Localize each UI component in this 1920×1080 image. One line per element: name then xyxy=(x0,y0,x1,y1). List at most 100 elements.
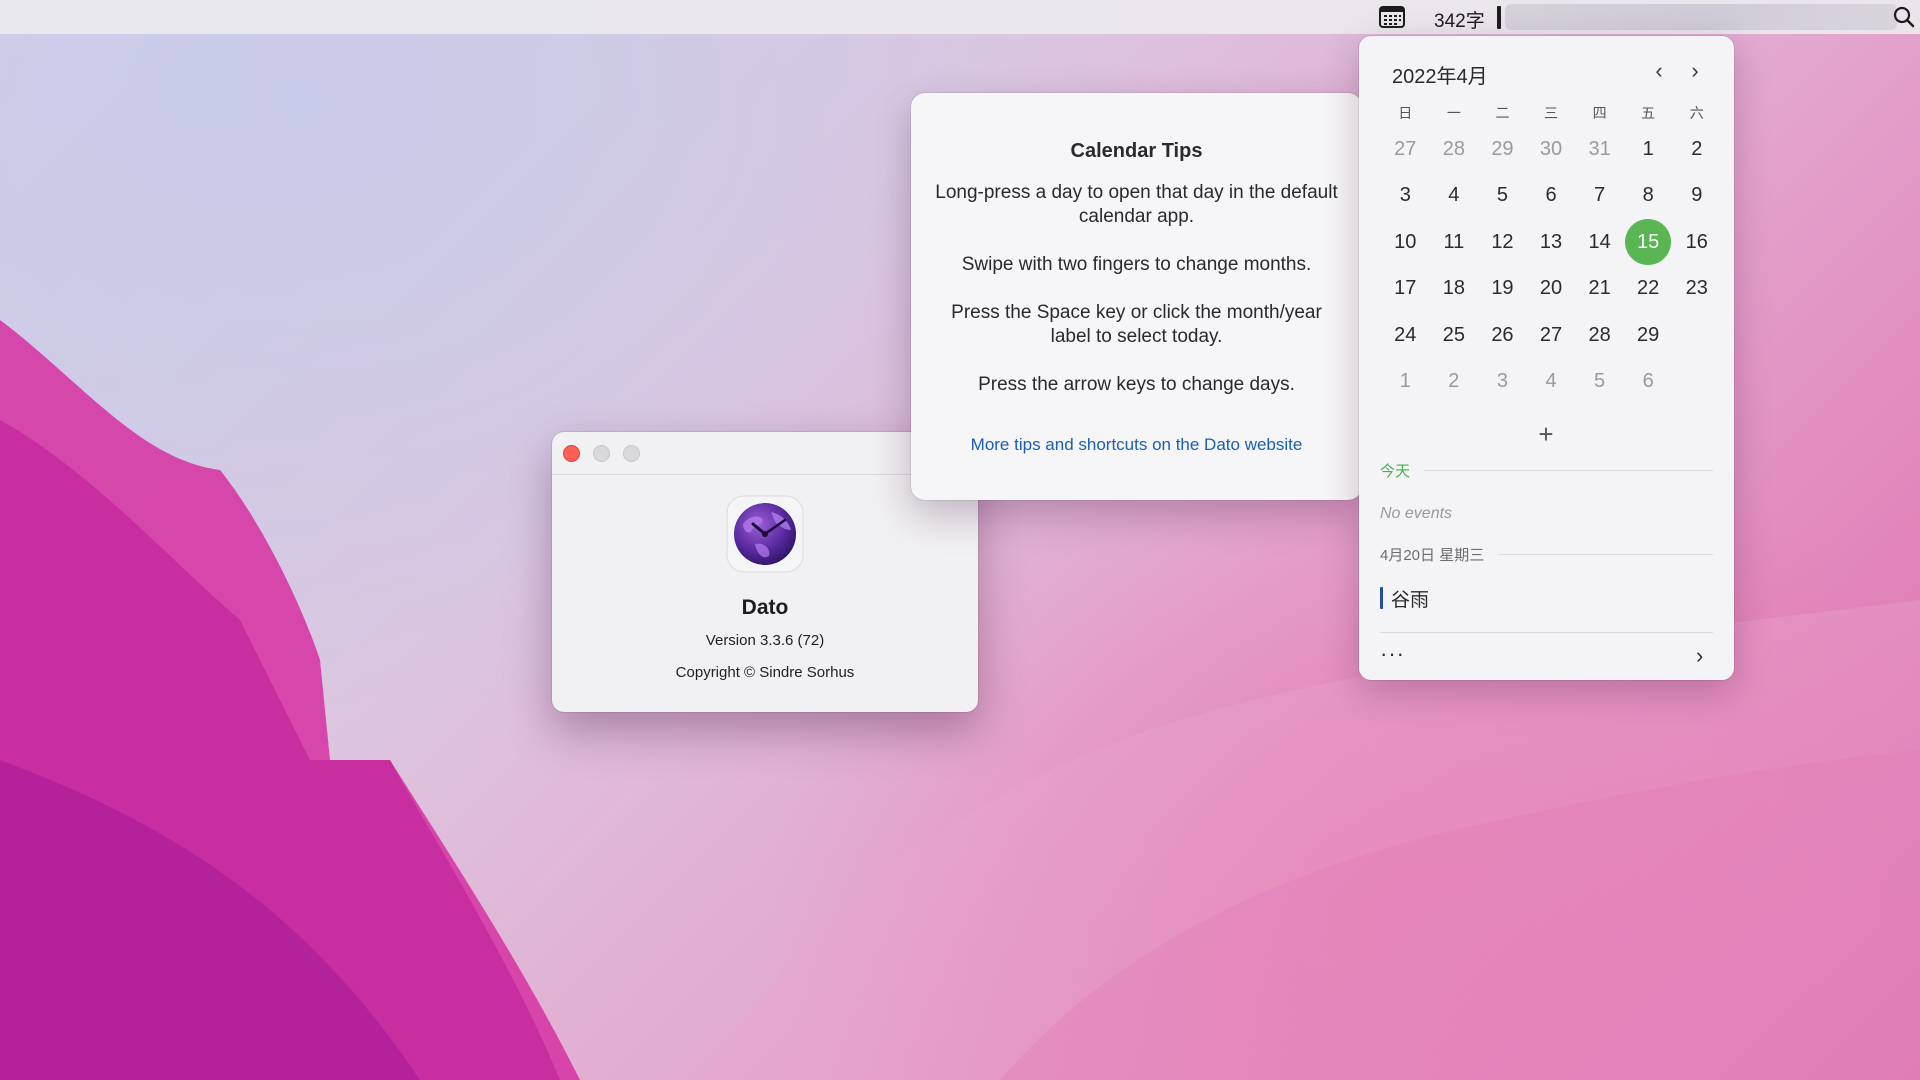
add-event-button[interactable]: + xyxy=(1530,418,1562,450)
day-cell[interactable]: 31 xyxy=(1575,126,1624,172)
day-number: 8 xyxy=(1642,184,1654,207)
day-number: 14 xyxy=(1588,230,1611,253)
date-section-header: 4月20日 星期三 xyxy=(1380,547,1485,564)
today-section-header: 今天 xyxy=(1380,463,1411,480)
blurred-menu-items xyxy=(1505,4,1897,30)
day-cell[interactable]: 22 xyxy=(1624,266,1673,312)
day-cell[interactable]: 6 xyxy=(1624,359,1673,405)
tip-space-key: Press the Space key or click the month/y… xyxy=(951,302,1322,347)
day-cell[interactable]: 11 xyxy=(1430,219,1479,265)
day-number: 20 xyxy=(1539,277,1563,300)
day-cell[interactable]: 13 xyxy=(1527,219,1576,265)
day-cell[interactable]: 20 xyxy=(1527,266,1576,312)
section-divider xyxy=(1424,470,1713,471)
day-cell[interactable]: 24 xyxy=(1381,312,1430,358)
day-number: 18 xyxy=(1442,277,1465,300)
dato-app-icon xyxy=(726,495,804,573)
day-cell[interactable]: 21 xyxy=(1575,266,1624,312)
weekday-label: 五 xyxy=(1641,105,1656,121)
day-number: 27 xyxy=(1539,323,1563,346)
day-number: 10 xyxy=(1394,230,1417,253)
day-cell[interactable]: 28 xyxy=(1430,126,1479,172)
day-cell[interactable]: 29 xyxy=(1478,126,1527,172)
no-events-label: No events xyxy=(1380,505,1453,522)
dato-website-link[interactable]: More tips and shortcuts on the Dato webs… xyxy=(911,435,1362,455)
day-cell[interactable]: 2 xyxy=(1672,126,1721,172)
day-cell[interactable]: 27 xyxy=(1381,126,1430,172)
day-cell[interactable]: 7 xyxy=(1575,173,1624,219)
day-cell[interactable]: 27 xyxy=(1527,312,1576,358)
day-cell[interactable]: 19 xyxy=(1478,266,1527,312)
day-number: 15 xyxy=(1625,219,1672,266)
day-number: 26 xyxy=(1491,323,1514,346)
open-calendar-arrow[interactable]: › xyxy=(1696,645,1703,667)
day-cell[interactable]: 10 xyxy=(1381,219,1430,265)
footer-divider xyxy=(1380,632,1713,633)
day-number: 5 xyxy=(1496,184,1508,207)
day-number: 29 xyxy=(1637,323,1660,346)
day-cell[interactable]: 18 xyxy=(1430,266,1479,312)
week-row: 10 11 12 13 14 15 16 xyxy=(1381,219,1721,266)
day-number: 21 xyxy=(1588,277,1611,300)
day-cell[interactable]: 26 xyxy=(1478,312,1527,358)
calendar-icon[interactable] xyxy=(1378,5,1406,29)
day-number: 3 xyxy=(1399,184,1411,207)
minimize-button[interactable] xyxy=(593,445,610,462)
app-version: Version 3.3.6 (72) xyxy=(705,632,825,649)
text-cursor xyxy=(1497,6,1501,29)
day-number: 19 xyxy=(1491,277,1514,300)
month-year-label[interactable]: 2022年4月 xyxy=(1392,60,1488,89)
search-icon[interactable] xyxy=(1893,6,1915,28)
day-cell[interactable]: 3 xyxy=(1478,359,1527,405)
day-cell[interactable]: 28 xyxy=(1575,312,1624,358)
week-row: 3 4 5 6 7 8 9 xyxy=(1381,173,1721,220)
day-number: 1 xyxy=(1399,370,1411,393)
day-cell[interactable]: 16 xyxy=(1672,219,1721,265)
day-cell[interactable]: 3 xyxy=(1381,173,1430,219)
word-count-status[interactable]: 342字 xyxy=(1434,6,1485,33)
menu-bar: 342字 xyxy=(0,0,1920,34)
day-cell-today[interactable]: 15 xyxy=(1624,219,1673,266)
close-button[interactable] xyxy=(563,445,580,462)
week-row: 17 18 19 20 21 22 23 xyxy=(1381,266,1721,313)
day-number: 25 xyxy=(1442,323,1465,346)
day-cell[interactable]: 12 xyxy=(1478,219,1527,265)
tip-long-press: Long-press a day to open that day in the… xyxy=(935,182,1338,227)
day-number: 11 xyxy=(1443,230,1465,253)
day-cell[interactable]: 17 xyxy=(1381,266,1430,312)
week-row: 24 25 26 27 28 29 xyxy=(1381,312,1721,359)
day-cell[interactable]: 5 xyxy=(1478,173,1527,219)
weekday-label: 三 xyxy=(1544,105,1559,121)
day-cell[interactable]: 29 xyxy=(1624,312,1673,358)
day-cell[interactable]: 25 xyxy=(1430,312,1479,358)
day-number: 2 xyxy=(1691,137,1703,160)
day-cell[interactable]: 1 xyxy=(1624,126,1673,172)
day-number: 24 xyxy=(1394,323,1417,346)
day-cell[interactable]: 4 xyxy=(1527,359,1576,405)
day-cell[interactable]: 1 xyxy=(1381,359,1430,405)
day-cell[interactable]: 14 xyxy=(1575,219,1624,265)
event-item[interactable]: 谷雨 xyxy=(1380,585,1429,611)
zoom-button[interactable] xyxy=(623,445,640,462)
next-month-button[interactable]: › xyxy=(1682,58,1708,84)
day-cell[interactable]: 6 xyxy=(1527,173,1576,219)
day-cell[interactable]: 30 xyxy=(1527,126,1576,172)
weekday-label: 日 xyxy=(1398,105,1413,121)
day-number: 3 xyxy=(1496,370,1508,393)
day-cell[interactable]: 23 xyxy=(1672,266,1721,312)
more-options-button[interactable]: ··· xyxy=(1380,643,1405,665)
day-number: 13 xyxy=(1539,230,1563,253)
day-cell[interactable]: 2 xyxy=(1430,359,1479,405)
day-cell[interactable]: 9 xyxy=(1672,173,1721,219)
day-cell[interactable]: 4 xyxy=(1430,173,1479,219)
tip-swipe: Swipe with two fingers to change months. xyxy=(961,254,1312,275)
day-cell[interactable]: 8 xyxy=(1624,173,1673,219)
event-color-bar xyxy=(1380,587,1383,609)
day-number: 28 xyxy=(1588,323,1611,346)
previous-month-button[interactable]: ‹ xyxy=(1646,58,1672,84)
day-cell[interactable]: 5 xyxy=(1575,359,1624,405)
day-cell xyxy=(1672,359,1721,405)
week-row: 27 28 29 30 31 1 2 xyxy=(1381,126,1721,173)
day-number: 9 xyxy=(1691,184,1703,207)
day-number: 5 xyxy=(1594,370,1606,393)
